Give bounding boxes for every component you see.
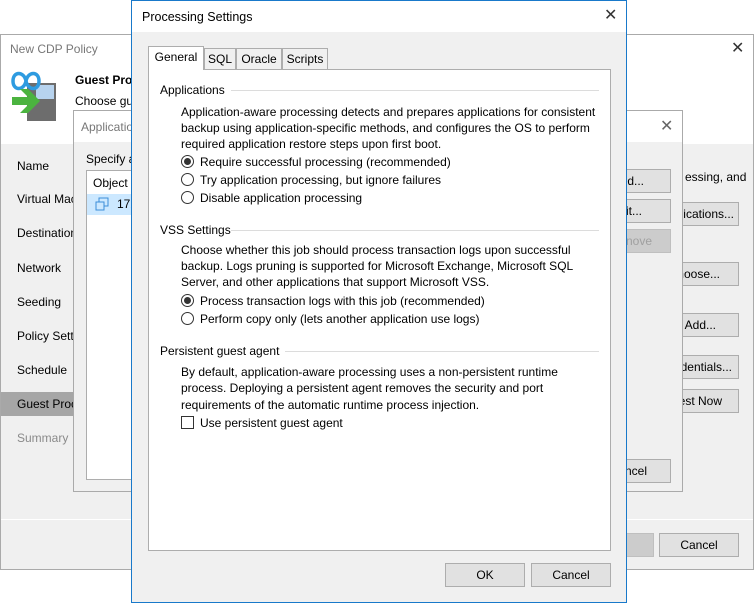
nav-name[interactable]: Name	[1, 154, 74, 178]
agent-description-line: process. Deploying a persistent agent re…	[181, 381, 544, 395]
tab-general[interactable]: General	[148, 46, 204, 70]
specify-label: Specify a	[86, 152, 136, 166]
nav-guest-processing[interactable]: Guest Proc	[1, 392, 74, 416]
vss-description-line: backup. Logs pruning is supported for Mi…	[181, 259, 574, 273]
vss-description-line: Choose whether this job should process t…	[181, 243, 571, 257]
radio-label[interactable]: Try application processing, but ignore f…	[200, 172, 441, 188]
nav-policy-settings[interactable]: Policy Setti	[1, 324, 74, 348]
window-title: Applicatio	[81, 120, 134, 134]
description-text: essing, and	[685, 170, 747, 184]
step-title: Guest Proc	[75, 73, 140, 87]
checkbox-label[interactable]: Use persistent guest agent	[200, 415, 343, 431]
section-divider	[231, 230, 599, 231]
nav-summary[interactable]: Summary	[1, 426, 74, 450]
applications-heading: Applications	[160, 83, 225, 97]
tab-oracle[interactable]: Oracle	[236, 48, 282, 69]
processing-settings-dialog: Processing Settings ✕ General SQL Oracle…	[131, 0, 627, 603]
nav-network[interactable]: Network	[1, 256, 74, 280]
applications-description-line: backup using application-specific method…	[181, 121, 590, 135]
close-icon[interactable]: ✕	[731, 41, 744, 57]
persistent-agent-heading: Persistent guest agent	[160, 344, 280, 358]
agent-description-line: requirements of the automatic runtime pr…	[181, 398, 480, 412]
nav-virtual-machines[interactable]: Virtual Mac	[1, 187, 74, 211]
applications-description-line: Application-aware processing detects and…	[181, 105, 596, 119]
radio-label[interactable]: Require successful processing (recommend…	[200, 154, 451, 170]
step-subtitle: Choose gu	[75, 94, 134, 108]
vss-heading: VSS Settings	[160, 223, 231, 237]
cancel-button[interactable]: Cancel	[659, 533, 739, 557]
radio-label[interactable]: Process transaction logs with this job (…	[200, 293, 485, 309]
agent-description-line: By default, application-aware processing…	[181, 365, 558, 379]
try-processing-radio[interactable]	[181, 173, 194, 186]
copy-only-radio[interactable]	[181, 312, 194, 325]
nav-destination[interactable]: Destination	[1, 221, 74, 245]
applications-description-line: required application restore steps upon …	[181, 137, 442, 151]
close-icon[interactable]: ✕	[604, 8, 617, 24]
disable-processing-radio[interactable]	[181, 191, 194, 204]
vm-icon	[95, 197, 109, 211]
ok-button[interactable]: OK	[445, 563, 525, 587]
general-tab-panel: Applications Application-aware processin…	[148, 69, 611, 551]
nav-seeding[interactable]: Seeding	[1, 290, 74, 314]
persistent-agent-checkbox[interactable]	[181, 416, 194, 429]
radio-label[interactable]: Perform copy only (lets another applicat…	[200, 311, 479, 327]
window-title: New CDP Policy	[10, 42, 98, 56]
tab-sql[interactable]: SQL	[204, 48, 236, 69]
dialog-title: Processing Settings	[142, 10, 253, 24]
section-divider	[285, 351, 599, 352]
close-icon[interactable]: ✕	[660, 119, 673, 135]
cdp-policy-icon	[11, 71, 56, 121]
radio-label[interactable]: Disable application processing	[200, 190, 362, 206]
cancel-button[interactable]: Cancel	[531, 563, 611, 587]
section-divider	[231, 90, 599, 91]
column-header-object[interactable]: Object	[93, 176, 128, 190]
vss-description-line: Server, and other applications that supp…	[181, 275, 490, 289]
nav-schedule[interactable]: Schedule	[1, 358, 74, 382]
require-processing-radio[interactable]	[181, 155, 194, 168]
process-logs-radio[interactable]	[181, 294, 194, 307]
tab-scripts[interactable]: Scripts	[282, 48, 328, 69]
